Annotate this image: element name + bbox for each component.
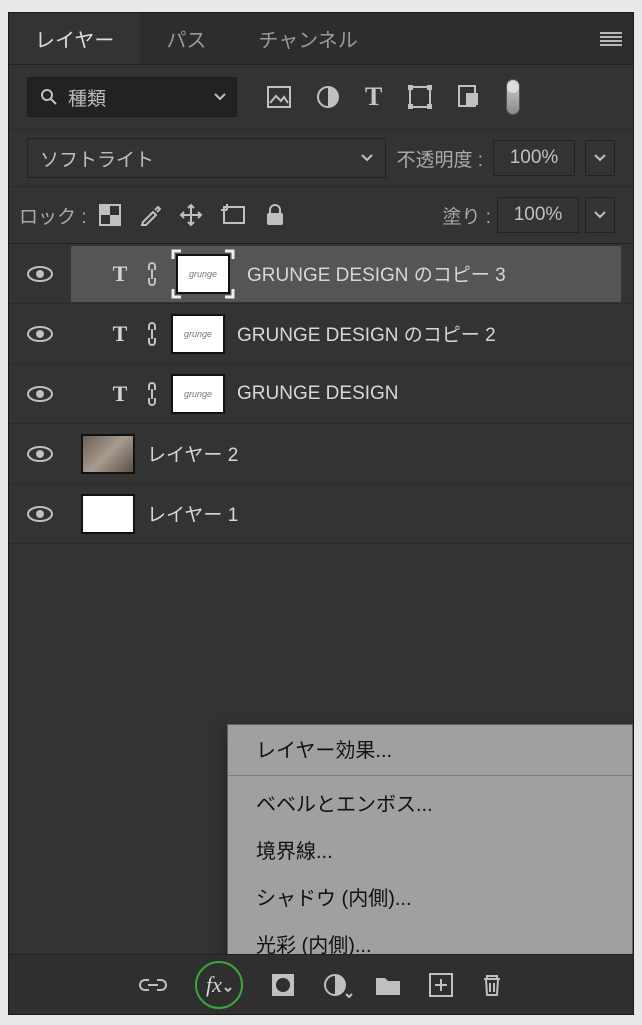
layer-row[interactable]: レイヤー 1 (9, 484, 633, 544)
lock-row: ロック : 塗り : 100% (9, 187, 633, 244)
blend-row: ソフトライト 不透明度 : 100% (9, 130, 633, 187)
link-icon (145, 320, 159, 348)
layer-panel-bottom-bar: fx (9, 954, 633, 1014)
text-layer-icon: T (107, 261, 133, 287)
tab-layers[interactable]: レイヤー (9, 13, 140, 64)
layer-row[interactable]: T grunge GRUNGE DESIGN (9, 364, 633, 424)
search-icon (40, 88, 58, 106)
filter-row: 種類 T (9, 65, 633, 130)
fx-menu-inner-glow[interactable]: 光彩 (内側)... (228, 920, 632, 954)
layer-row[interactable]: T grunge GRUNGE DESIGN のコピー 2 (9, 304, 633, 364)
blend-mode-select[interactable]: ソフトライト (27, 138, 386, 178)
fx-menu-stroke[interactable]: 境界線... (228, 826, 632, 873)
filter-pixel-icon[interactable] (267, 86, 291, 108)
chevron-down-icon (224, 987, 232, 993)
visibility-toggle[interactable] (9, 304, 71, 363)
layer-name: レイヤー 2 (147, 440, 238, 467)
layer-thumbnail (81, 434, 135, 474)
blend-mode-value: ソフトライト (40, 145, 154, 172)
delete-layer-icon[interactable] (481, 973, 503, 997)
filter-kind-label: 種類 (68, 84, 204, 111)
layer-list: T grunge GRUNGE DESIGN のコピー 3 T grunge (9, 244, 633, 954)
fx-menu-inner-shadow[interactable]: シャドウ (内側)... (228, 873, 632, 920)
opacity-label: 不透明度 : (396, 145, 483, 172)
panel-menu-icon[interactable] (589, 13, 633, 64)
visibility-toggle[interactable] (9, 424, 71, 483)
fx-menu-bevel-emboss[interactable]: ベベルとエンボス... (228, 779, 632, 826)
visibility-toggle[interactable] (9, 244, 71, 303)
layer-name: GRUNGE DESIGN のコピー 3 (247, 260, 506, 287)
lock-label: ロック : (19, 202, 87, 229)
tab-paths[interactable]: パス (140, 13, 232, 64)
layers-panel: レイヤー パス チャンネル 種類 T ソフトライト 不透明度 : 100% (8, 12, 634, 1015)
visibility-toggle[interactable] (9, 484, 71, 543)
add-layer-icon[interactable] (429, 973, 453, 997)
layer-name: GRUNGE DESIGN (237, 383, 399, 405)
add-layer-style-button[interactable]: fx (195, 961, 243, 1009)
lock-brush-icon[interactable] (139, 204, 161, 226)
link-layers-icon[interactable] (139, 977, 167, 993)
panel-tab-row: レイヤー パス チャンネル (9, 13, 633, 65)
filter-type-icon[interactable]: T (365, 82, 382, 112)
layer-name: レイヤー 1 (147, 500, 238, 527)
filter-kind-select[interactable]: 種類 (27, 77, 237, 117)
text-layer-icon: T (107, 381, 133, 407)
filter-type-icons: T (267, 79, 520, 115)
link-icon (145, 260, 159, 288)
lock-transparency-icon[interactable] (99, 204, 121, 226)
lock-all-icon[interactable] (265, 204, 285, 226)
add-adjustment-icon[interactable] (323, 973, 347, 997)
lock-position-icon[interactable] (179, 203, 203, 227)
fx-icon: fx (206, 972, 222, 998)
layer-name: GRUNGE DESIGN のコピー 2 (237, 320, 496, 347)
chevron-down-icon (214, 93, 226, 101)
link-icon (145, 380, 159, 408)
fill-value[interactable]: 100% (497, 197, 579, 233)
opacity-dropdown[interactable] (585, 140, 615, 176)
layer-row[interactable]: T grunge GRUNGE DESIGN のコピー 3 (9, 244, 633, 304)
fill-dropdown[interactable] (585, 197, 615, 233)
text-layer-icon: T (107, 321, 133, 347)
add-mask-icon[interactable] (271, 973, 295, 997)
filter-adjustment-icon[interactable] (317, 86, 339, 108)
chevron-down-icon (361, 154, 373, 162)
filter-shape-icon[interactable] (408, 85, 432, 109)
fill-label: 塗り : (442, 202, 491, 229)
tab-channels[interactable]: チャンネル (232, 13, 383, 64)
layer-thumbnail: grunge (171, 374, 225, 414)
filter-smartobject-icon[interactable] (458, 85, 480, 109)
add-group-icon[interactable] (375, 974, 401, 996)
visibility-toggle[interactable] (9, 364, 71, 423)
fx-context-menu: レイヤー効果... ベベルとエンボス... 境界線... シャドウ (内側)..… (227, 724, 633, 954)
selection-corners-icon (171, 249, 235, 299)
layer-thumbnail: grunge (171, 314, 225, 354)
filter-toggle[interactable] (506, 79, 520, 115)
layer-row[interactable]: レイヤー 2 (9, 424, 633, 484)
lock-artboard-icon[interactable] (221, 204, 247, 226)
opacity-value[interactable]: 100% (493, 140, 575, 176)
layer-thumbnail (81, 494, 135, 534)
fx-menu-layer-effects[interactable]: レイヤー効果... (228, 725, 632, 772)
